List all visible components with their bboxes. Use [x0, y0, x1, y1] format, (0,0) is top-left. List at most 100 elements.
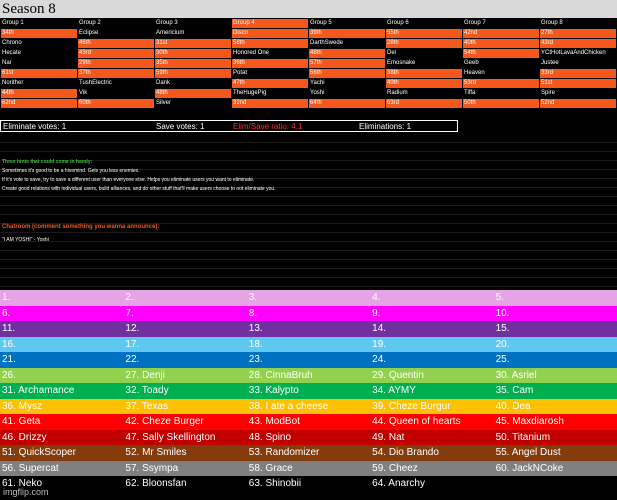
ranking-row: 41. Geta 42. Cheze Burger 43. ModBot 44. Qu… [0, 414, 617, 430]
group-cell: Emosnake [385, 58, 463, 69]
ranking-cell: 8. [248, 307, 258, 319]
save-votes: Save votes: 1 [156, 122, 205, 131]
group-cell: DarthSwede [308, 38, 386, 49]
group-cell: Disco [231, 28, 309, 39]
ranking-cell: 57. Ssympa [125, 462, 179, 474]
group-cell: 31st [154, 38, 232, 49]
group-cell: Tiffa [462, 88, 540, 99]
ranking-cell: 13. [248, 323, 263, 334]
ranking-cell: 9. [372, 307, 381, 319]
group-cell: 38th [385, 68, 463, 79]
group-cell: 39th [308, 28, 386, 39]
group-cell: 44th [0, 88, 78, 99]
ranking-cell: 42. Cheze Burger [125, 416, 204, 427]
ranking-row: 51. QuickScoper 52. Mr Smiles 53. Randomiz… [0, 445, 617, 461]
ranking-cell: 63. Shinobii [248, 478, 302, 489]
eliminate-votes: Eliminate votes: 1 [3, 122, 67, 131]
group-cell: 61st [0, 68, 78, 79]
group-cell: 37th [77, 68, 155, 79]
ranking-cell: 33. Kalypto [248, 385, 299, 396]
ranking-cell: 36. Mysz [2, 400, 43, 412]
groups-table: Group 1 Group 2 Group 3 Group 4 Group 5 Group… [0, 18, 617, 109]
group-cell: 34th [0, 28, 78, 39]
elim-save-ratio: Elim/Save ratio: 4:1 [233, 122, 303, 131]
ranking-cell: 48. Spino [248, 431, 292, 443]
group-cell: 36th [231, 58, 309, 69]
ranking-cell: 25. [495, 354, 510, 365]
ranking-cell: 12. [125, 323, 140, 334]
group-cell: Radium [385, 88, 463, 99]
group-header-1: Group 1 [0, 18, 78, 29]
ranking-cell: 6. [2, 307, 11, 319]
group-cell: TheHugePig [231, 88, 309, 99]
group-cell: 35th [154, 58, 232, 69]
ranking-cell: 20. [495, 338, 510, 350]
group-cell: Potat [231, 68, 309, 79]
ranking-row: 26. 27. Denji 28. CinnaBruh 29. Quentin 30. … [0, 367, 617, 383]
group-cell: 63rd [385, 98, 463, 109]
group-row: Chrono 46th 31st 58th DarthSwede 28th 40th 43rd [0, 38, 617, 49]
group-cell: Silver [154, 98, 232, 109]
group-cell: 32nd [231, 98, 309, 109]
group-cell: Eclipse [77, 28, 155, 39]
group-cell: 46th [77, 38, 155, 49]
group-row: 44th Vik 48th TheHugePig Yoshi Radium Tiffa Spi… [0, 88, 617, 99]
group-cell: 50th [462, 98, 540, 109]
group-row: Hecate 43rd 30th Honored One 48th Del 54th YCtH… [0, 48, 617, 59]
ranking-row: 11. 12. 13. 14. 15. [0, 321, 617, 337]
ranking-cell: 2. [125, 292, 134, 303]
group-cell: 57th [308, 58, 386, 69]
ranking-cell: 7. [125, 307, 134, 319]
ranking-cell: 49. Nat [372, 431, 405, 443]
ranking-cell: 27. Denji [125, 369, 165, 381]
ranking-cell: 51. QuickScoper [2, 447, 76, 458]
ranking-cell: 55. Angel Dust [495, 447, 561, 458]
ranking-cell: 44. Queen of hearts [372, 416, 461, 427]
watermark: imgflip.com [3, 487, 49, 497]
ranking-cell: 64. Anarchy [372, 478, 425, 489]
season-title-bar: Season 8 [0, 0, 617, 18]
group-header-7: Group 7 [462, 18, 540, 29]
season-title: Season 8 [2, 1, 56, 17]
group-cell: 43rd [539, 38, 617, 49]
ranking-cell: 23. [248, 354, 263, 365]
chatroom-section: Chatroom (comment something you wanna an… [2, 223, 159, 245]
group-cell: 54th [462, 48, 540, 59]
ranking-row: 6. 7. 8. 9. 10. [0, 305, 617, 321]
group-cell: Del [385, 48, 463, 59]
ranking-cell: 31. Archamance [2, 385, 75, 396]
group-cell: 52nd [539, 98, 617, 109]
chat-message: "I AM YOSHI" - Yoshi [2, 237, 49, 243]
ranking-cell: 32. Toady [125, 385, 169, 396]
ranking-cell: 18. [248, 338, 263, 350]
ranking-cell: 35. Cam [495, 385, 534, 396]
ranking-row: 61. Neko 62. Bloonsfan 63. Shinobii 64. Ana… [0, 476, 617, 492]
group-cell: 40th [462, 38, 540, 49]
ranking-cell: 21. [2, 354, 16, 365]
ranking-cell: 40. Dea [495, 400, 531, 412]
ranking-cell: 39. Cheze Burgur [372, 400, 451, 412]
ranking-cell: 19. [372, 338, 387, 350]
group-row: 34th Eclipse Americium Disco 39th 55th 42nd 27t… [0, 28, 617, 39]
group-cell: Dank [154, 78, 232, 89]
group-row: Nar 29th 35th 36th 57th Emosnake Geeb Justee [0, 58, 617, 69]
ranking-row: 1. 2. 3. 4. 5. [0, 290, 617, 306]
ranking-cell: 47. Sally Skellington [125, 431, 216, 443]
group-cell: 29th [77, 58, 155, 69]
ranking-cell: 24. [372, 354, 387, 365]
group-cell: 30th [154, 48, 232, 59]
group-cell: 55th [385, 28, 463, 39]
group-cell: Chrono [0, 38, 78, 49]
ranking-cell: 54. Dio Brando [372, 447, 439, 458]
group-cell: 62nd [0, 98, 78, 109]
group-header-5: Group 5 [308, 18, 386, 29]
group-cell: Hecate [0, 48, 78, 59]
ranking-cell: 59. Cheez [372, 462, 418, 474]
ranking-row: 36. Mysz 37. Texas 38. I ate a cheese 39. C… [0, 398, 617, 414]
hint-item: Sometimes it's good to be a hivemind. Ge… [2, 168, 140, 174]
ranking-cell: 16. [2, 338, 16, 350]
group-cell: Nar [0, 58, 78, 69]
group-header-4: Group 4 [231, 18, 309, 29]
group-header-6: Group 6 [385, 18, 463, 29]
group-cell: 56th [308, 68, 386, 79]
